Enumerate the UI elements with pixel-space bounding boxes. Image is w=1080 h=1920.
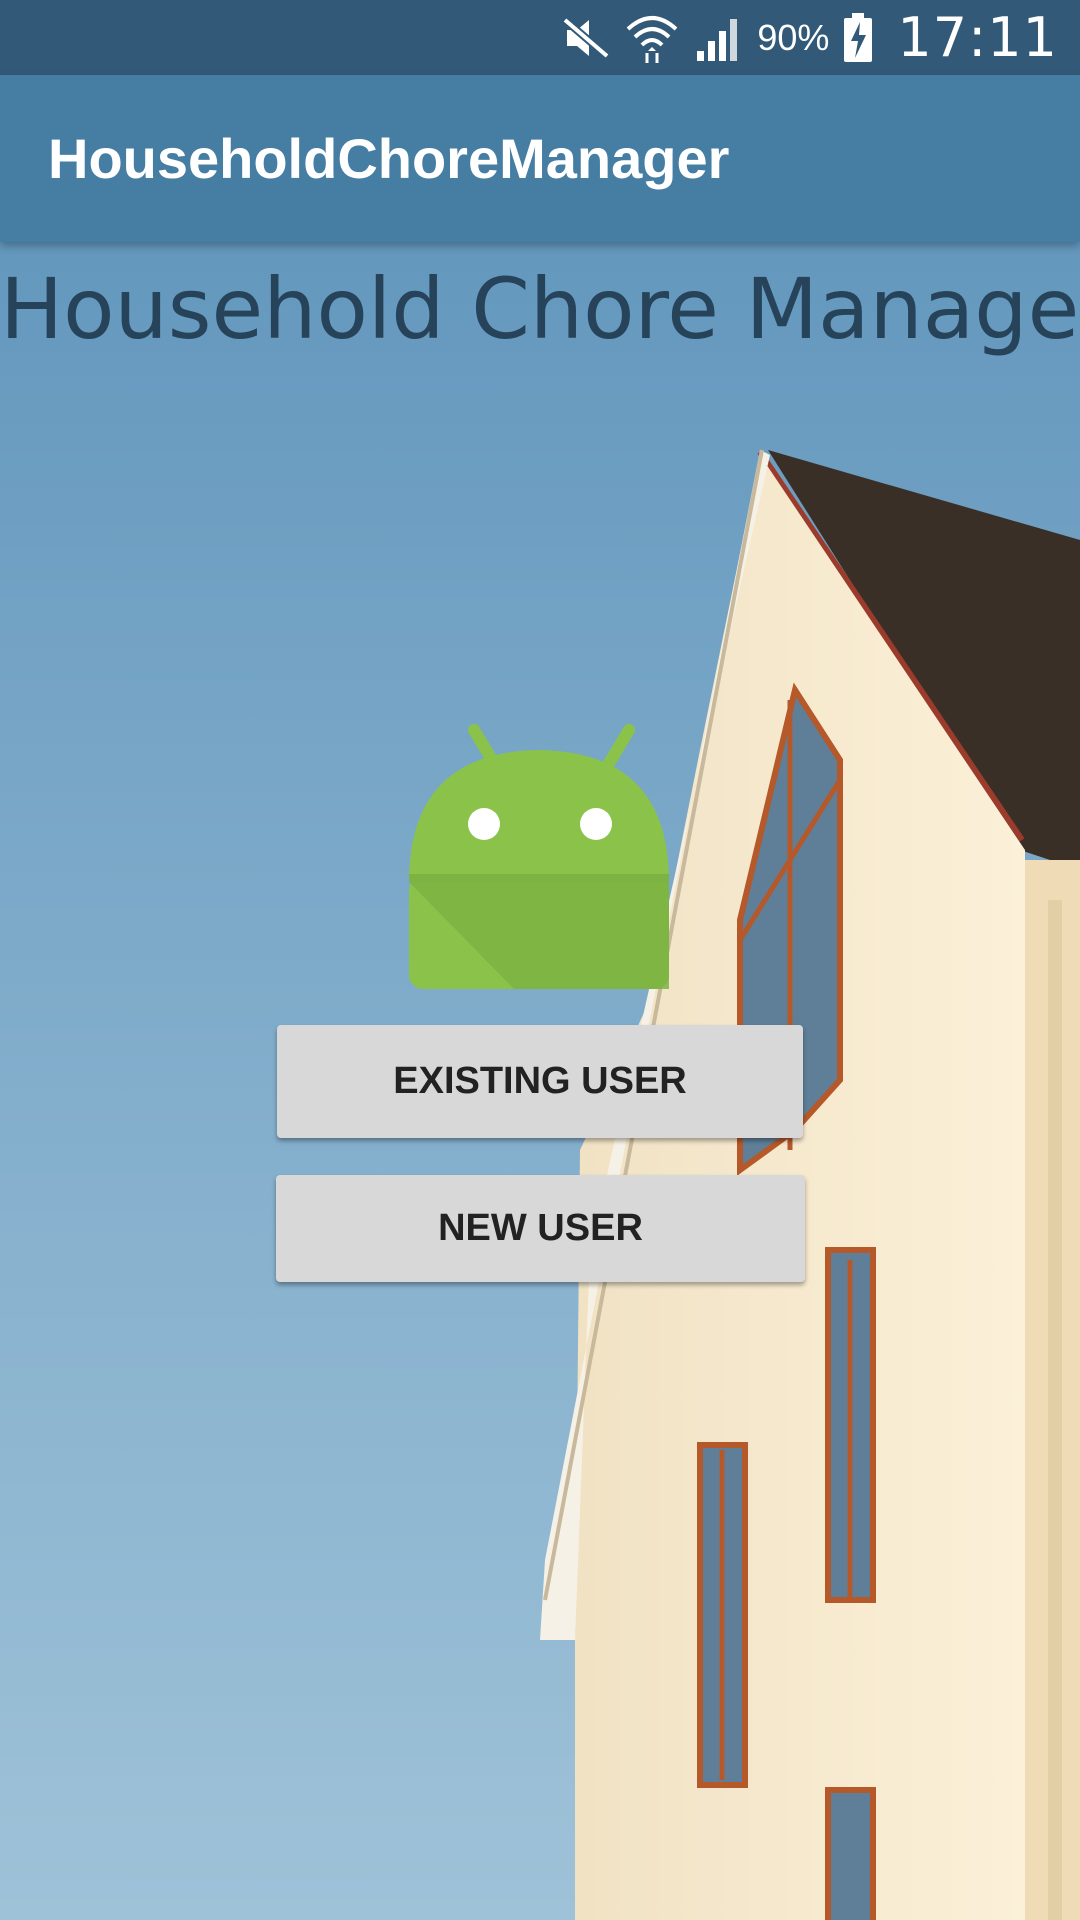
app-bar: HouseholdChoreManager xyxy=(0,75,1080,242)
new-user-button[interactable]: NEW USER xyxy=(276,1175,805,1282)
signal-icon xyxy=(697,18,738,61)
screen: 90% 17:11 HouseholdChoreManager Househol… xyxy=(0,0,1080,1920)
clock: 17:11 xyxy=(897,6,1058,69)
mute-icon xyxy=(562,16,610,59)
battery-percent: 90% xyxy=(757,16,830,58)
page-heading: Household Chore Manager xyxy=(0,260,1080,358)
status-bar: 90% 17:11 xyxy=(0,0,1080,75)
battery-charging-icon xyxy=(844,12,873,62)
status-icons: 90% 17:11 xyxy=(561,0,1058,75)
wifi-icon xyxy=(626,15,678,63)
app-title: HouseholdChoreManager xyxy=(48,127,730,190)
android-robot-icon xyxy=(409,724,669,989)
existing-user-button[interactable]: EXISTING USER xyxy=(277,1025,803,1138)
